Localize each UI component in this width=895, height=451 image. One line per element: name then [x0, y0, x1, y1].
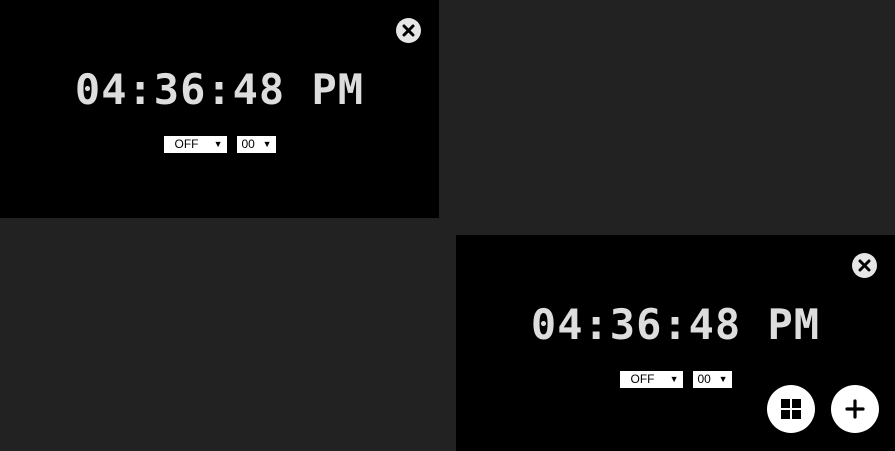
alarm-hour-select[interactable]: OFF ▼ [619, 371, 683, 388]
clock-panel: 04:36:48 PM OFF ▼ 00 ▼ [456, 235, 895, 451]
alarm-hour-value: OFF [630, 372, 655, 386]
close-icon [402, 24, 415, 37]
alarm-hour-value: OFF [174, 137, 199, 151]
clock-time: 04:36:48 PM [530, 300, 821, 349]
clock-panel: 04:36:48 PM OFF ▼ 00 ▼ [0, 0, 439, 218]
clock-workspace: 04:36:48 PM OFF ▼ 00 ▼ 04:36:48 PM OFF ▼ [0, 0, 895, 451]
alarm-minute-select[interactable]: 00 ▼ [692, 371, 732, 388]
alarm-minute-value: 00 [241, 137, 255, 151]
dropdown-arrow-icon: ▼ [718, 374, 728, 384]
dropdown-arrow-icon: ▼ [262, 139, 272, 149]
close-icon [858, 259, 871, 272]
plus-icon [845, 399, 865, 419]
alarm-controls: OFF ▼ 00 ▼ [456, 371, 895, 388]
close-clock-button[interactable] [852, 253, 877, 278]
layout-button[interactable] [767, 385, 815, 433]
alarm-controls: OFF ▼ 00 ▼ [0, 136, 439, 153]
close-clock-button[interactable] [396, 18, 421, 43]
alarm-minute-select[interactable]: 00 ▼ [236, 136, 276, 153]
add-clock-button[interactable] [831, 385, 879, 433]
alarm-minute-value: 00 [697, 372, 711, 386]
grid-icon [781, 399, 801, 419]
dropdown-arrow-icon: ▼ [669, 374, 679, 384]
clock-time: 04:36:48 PM [74, 65, 365, 114]
dropdown-arrow-icon: ▼ [213, 139, 223, 149]
alarm-hour-select[interactable]: OFF ▼ [163, 136, 227, 153]
